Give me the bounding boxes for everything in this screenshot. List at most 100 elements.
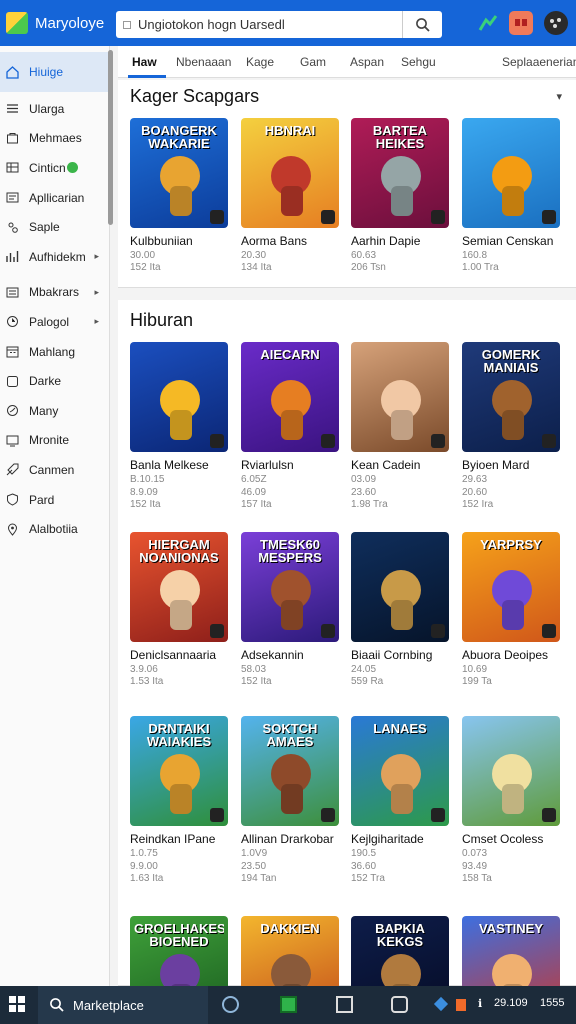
game-card[interactable]: HIERGAM NOANIONAS Deniclsannaaria 3.9.06 1.…: [130, 532, 230, 687]
game-card[interactable]: Cmset Ocoless 0.073 93.49 158 Ta: [462, 716, 562, 884]
game-count: 206 Tsn: [351, 262, 386, 273]
sidebar-item-alalbotiia[interactable]: Alalbotiia: [0, 514, 109, 544]
game-thumbnail[interactable]: BOANGERK WAKARIE: [130, 118, 228, 228]
game-card[interactable]: TMESK60 MESPERS Adsekannin 58.03 152 Ita: [241, 532, 341, 687]
sidebar-item-mbakrars[interactable]: Mbakrars ▸: [0, 278, 109, 308]
windows-start-icon[interactable]: [9, 996, 25, 1012]
sidebar-item-apllicarian[interactable]: Apllicarian: [0, 183, 109, 213]
game-card[interactable]: DRNTAIKI WAIAKIES Reindkan IPane 1.0.75 9.9…: [130, 716, 230, 884]
game-meta: 190.5: [351, 848, 377, 859]
tab-sehgu[interactable]: Sehgu: [401, 55, 436, 69]
game-thumbnail[interactable]: YARPRSY: [462, 532, 560, 642]
app-tray-icon[interactable]: [456, 999, 466, 1011]
sidebar-item-mronite[interactable]: Mronite: [0, 426, 109, 456]
game-card[interactable]: YARPRSY Abuora Deoipes 10.69 199 Ta: [462, 532, 562, 687]
game-thumbnail[interactable]: [351, 532, 449, 642]
files-icon[interactable]: [336, 996, 353, 1013]
game-card[interactable]: DAKKIEN: [241, 916, 341, 986]
game-thumbnail[interactable]: BARTEA HEIKES: [351, 118, 449, 228]
game-card[interactable]: SOKTCH AMAES Allinan Drarkobar 1.0V9 23.50 1…: [241, 716, 341, 884]
taskbar-search[interactable]: Marketplace: [38, 986, 208, 1024]
game-count: 1.00 Tra: [462, 262, 499, 273]
game-thumbnail[interactable]: [462, 716, 560, 826]
chevron-right-icon[interactable]: ▸: [94, 316, 99, 327]
game-meta: 24.05: [351, 664, 377, 675]
search-box[interactable]: [116, 11, 442, 38]
game-name: Semian Censkan: [462, 234, 554, 248]
tab-seplaaenerians[interactable]: Seplaaenerians: [502, 55, 576, 69]
game-meta2: 46.09: [241, 487, 267, 498]
store-icon[interactable]: [280, 996, 297, 1013]
game-meta: 1.0V9: [241, 848, 268, 859]
game-thumbnail[interactable]: AIECARN: [241, 342, 339, 452]
profile-icon[interactable]: [544, 11, 568, 35]
tab-kage[interactable]: Kage: [246, 55, 274, 69]
search-button[interactable]: [402, 11, 442, 38]
game-card[interactable]: BAPKIA KEKGS: [351, 916, 451, 986]
game-thumbnail[interactable]: DRNTAIKI WAIAKIES: [130, 716, 228, 826]
game-thumbnail[interactable]: DAKKIEN: [241, 916, 339, 986]
game-name: Aarhin Dapie: [351, 234, 421, 248]
tab-haw[interactable]: Haw: [132, 55, 157, 69]
game-thumbnail[interactable]: SOKTCH AMAES: [241, 716, 339, 826]
game-character-body: [502, 410, 524, 440]
game-card[interactable]: LANAES Kejlgiharitade 190.5 36.60 152 Tra: [351, 716, 451, 884]
sidebar-item-saple[interactable]: Saple: [0, 212, 109, 242]
game-character-body: [170, 410, 192, 440]
game-card[interactable]: Semian Censkan 160.8 1.00 Tra: [462, 118, 562, 273]
game-thumbnail[interactable]: HIERGAM NOANIONAS: [130, 532, 228, 642]
game-thumbnail[interactable]: GOMERK MANIAIS: [462, 342, 560, 452]
people-icon[interactable]: [391, 996, 408, 1013]
game-card[interactable]: VASTINEY: [462, 916, 562, 986]
controller-icon[interactable]: [476, 11, 500, 35]
game-card[interactable]: BOANGERK WAKARIE Kulbbuniian 30.00 152 Ita: [130, 118, 230, 273]
game-card[interactable]: Biaaii Cornbing 24.05 559 Ra: [351, 532, 451, 687]
game-card[interactable]: BARTEA HEIKES Aarhin Dapie 60.63 206 Tsn: [351, 118, 451, 273]
puzzle-icon[interactable]: [509, 11, 533, 35]
sidebar-item-cinticn[interactable]: Cinticn: [0, 153, 109, 183]
game-thumbnail[interactable]: GROELHAKES BIOENED: [130, 916, 228, 986]
game-thumbnail[interactable]: HBNRAI: [241, 118, 339, 228]
tab-nbenaaan[interactable]: Nbenaaan: [176, 55, 231, 69]
sidebar-item-mahlang[interactable]: Mahlang: [0, 337, 109, 367]
tab-aspan[interactable]: Aspan: [350, 55, 384, 69]
sidebar-item-hiuige[interactable]: Hiuige: [0, 52, 109, 92]
sidebar-item-darke[interactable]: Darke: [0, 366, 109, 396]
edge-icon[interactable]: [222, 996, 239, 1013]
game-card[interactable]: GOMERK MANIAIS Byioen Mard 29.63 20.60 152 I…: [462, 342, 562, 510]
volume-icon[interactable]: ℹ: [478, 997, 482, 1010]
game-meta2: 8.9.09: [130, 487, 158, 498]
sidebar-item-aufhidekm[interactable]: Aufhidekm ▸: [0, 242, 109, 272]
sidebar-item-canmen[interactable]: Canmen: [0, 455, 109, 485]
game-card[interactable]: Banla Melkese B.10.15 8.9.09 152 Ita: [130, 342, 230, 510]
search-input[interactable]: [138, 17, 408, 32]
sidebar-item-ularga[interactable]: Ularga: [0, 94, 109, 124]
game-thumbnail[interactable]: BAPKIA KEKGS: [351, 916, 449, 986]
chevron-right-icon[interactable]: ▸: [94, 251, 99, 262]
game-character-body: [170, 186, 192, 216]
tab-gam[interactable]: Gam: [300, 55, 326, 69]
game-card[interactable]: Kean Cadein 03.09 23.60 1.98 Tra: [351, 342, 451, 510]
game-thumbnail[interactable]: LANAES: [351, 716, 449, 826]
chevron-down-icon[interactable]: ▾: [556, 90, 562, 103]
sidebar-item-palogol[interactable]: Palogol ▸: [0, 307, 109, 337]
game-thumbnail[interactable]: TMESK60 MESPERS: [241, 532, 339, 642]
sidebar-item-many[interactable]: Many: [0, 396, 109, 426]
network-icon[interactable]: [433, 996, 449, 1012]
game-card[interactable]: GROELHAKES BIOENED: [130, 916, 230, 986]
search-icon: [50, 998, 64, 1012]
game-thumbnail[interactable]: [351, 342, 449, 452]
game-card[interactable]: AIECARN Rviarlulsn 6.05Z 46.09 157 Ita: [241, 342, 341, 510]
game-thumbnail[interactable]: [130, 342, 228, 452]
game-thumbnail[interactable]: [462, 118, 560, 228]
chevron-right-icon[interactable]: ▸: [94, 287, 99, 298]
game-art-title: HIERGAM NOANIONAS: [139, 538, 219, 564]
search-field-icon: [123, 20, 131, 29]
sidebar-item-mehmaes[interactable]: Mehmaes: [0, 124, 109, 154]
game-art-title: VASTINEY: [478, 922, 544, 935]
game-thumbnail[interactable]: VASTINEY: [462, 916, 560, 986]
sidebar-scrollbar[interactable]: [108, 50, 113, 225]
platform-badge-icon: [431, 624, 445, 638]
game-card[interactable]: HBNRAI Aorma Bans 20.30 134 Ita: [241, 118, 341, 273]
sidebar-item-pard[interactable]: Pard: [0, 485, 109, 515]
